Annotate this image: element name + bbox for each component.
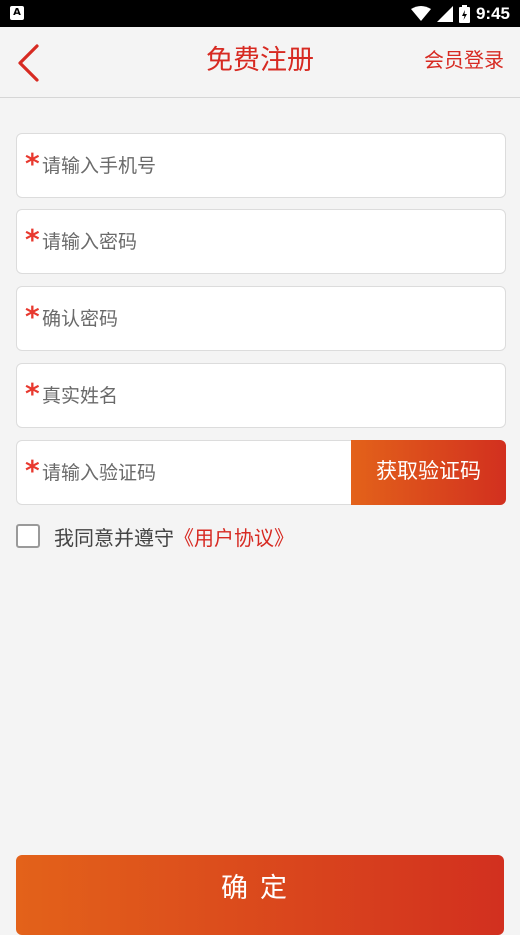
required-star: * xyxy=(25,223,40,256)
status-bar: A 9:45 xyxy=(0,0,520,27)
agreement-row: 我同意并遵守 《用户协议》 xyxy=(16,521,294,551)
status-icons: 9:45 xyxy=(410,0,510,27)
required-star: * xyxy=(25,454,40,487)
signal-icon xyxy=(436,5,453,22)
phone-input[interactable] xyxy=(42,134,497,197)
required-star: * xyxy=(25,147,40,180)
verification-code-input[interactable] xyxy=(42,441,362,504)
confirm-password-input[interactable] xyxy=(42,287,497,350)
app-notification-icon: A xyxy=(10,6,24,20)
app-header: 免费注册 会员登录 xyxy=(0,27,520,98)
member-login-link[interactable]: 会员登录 xyxy=(424,27,504,98)
back-button[interactable] xyxy=(6,37,50,89)
get-code-button[interactable]: 获取验证码 xyxy=(351,440,506,505)
confirm-password-field: * xyxy=(16,286,506,351)
user-agreement-link[interactable]: 《用户协议》 xyxy=(174,522,294,551)
battery-icon xyxy=(458,4,470,23)
confirm-button[interactable]: 确定 xyxy=(16,855,504,935)
password-input[interactable] xyxy=(42,210,497,273)
required-star: * xyxy=(25,300,40,333)
phone-field: * xyxy=(16,133,506,198)
agreement-checkbox[interactable] xyxy=(16,524,40,548)
agreement-text: 我同意并遵守 xyxy=(54,525,174,550)
chevron-left-icon xyxy=(18,44,39,82)
real-name-field: * xyxy=(16,363,506,428)
real-name-input[interactable] xyxy=(42,364,497,427)
clock: 9:45 xyxy=(475,3,510,23)
password-field: * xyxy=(16,209,506,274)
required-star: * xyxy=(25,377,40,410)
wifi-icon xyxy=(410,5,431,21)
verification-code-field: * 获取验证码 xyxy=(16,440,506,505)
